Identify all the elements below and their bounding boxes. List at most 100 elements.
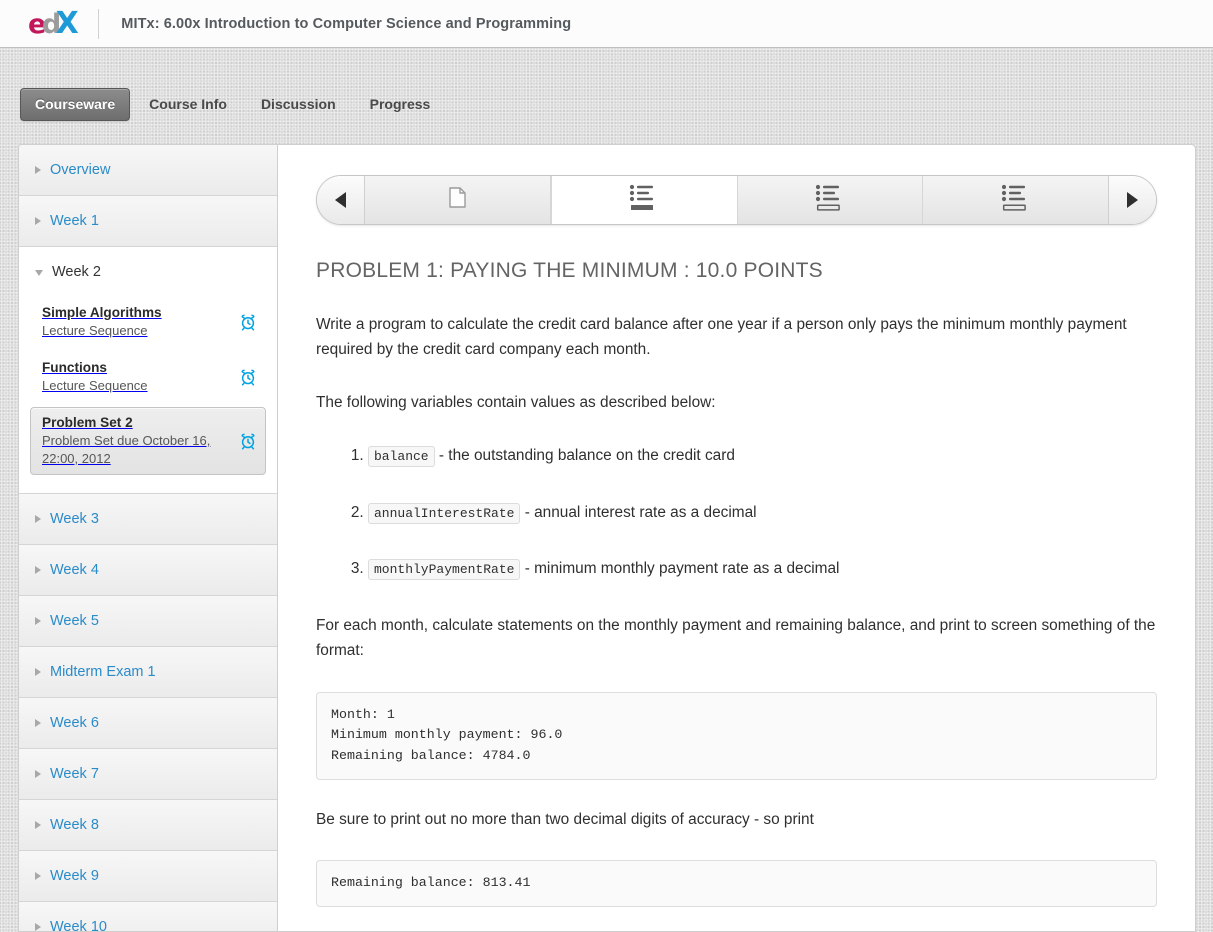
sidebar-chapter-week-9[interactable]: Week 9 (19, 851, 277, 902)
alarm-clock-icon (239, 432, 257, 450)
sequence-prev-button[interactable] (317, 176, 365, 224)
logo-letter-x: X (56, 9, 78, 39)
code-balance: balance (368, 446, 435, 467)
chapter-label: Week 7 (50, 766, 99, 782)
sequence-list: Simple Algorithms Lecture Sequence (19, 297, 277, 493)
chapter-label: Week 1 (50, 213, 99, 229)
chapter-head[interactable]: Week 4 (19, 545, 277, 595)
problem-list-outline-icon (815, 184, 845, 217)
sidebar-chapter-overview[interactable]: Overview (19, 145, 277, 196)
tab-course-info[interactable]: Course Info (134, 88, 242, 121)
accuracy-paragraph: Be sure to print out no more than two de… (316, 808, 1157, 833)
sidebar-chapter-week-3[interactable]: Week 3 (19, 494, 277, 545)
sidebar-chapter-week-4[interactable]: Week 4 (19, 545, 277, 596)
variable-description: - minimum monthly payment rate as a deci… (520, 560, 839, 577)
chevron-right-icon (35, 566, 41, 574)
chevron-right-icon (35, 923, 41, 931)
chapter-head[interactable]: Week 9 (19, 851, 277, 901)
sidebar-chapter-midterm-exam-1[interactable]: Midterm Exam 1 (19, 647, 277, 698)
arrow-right-icon (1127, 192, 1138, 208)
edx-logo[interactable]: edX (28, 9, 77, 39)
variables-list: balance - the outstanding balance on the… (316, 444, 1157, 582)
list-item: annualInterestRate - annual interest rat… (368, 501, 1157, 526)
chapter-label: Week 5 (50, 613, 99, 629)
sequence-item-document[interactable] (365, 176, 551, 224)
sidebar-sequence-problem-set-2[interactable]: Problem Set 2 Problem Set due October 16… (30, 407, 266, 475)
sequence-next-button[interactable] (1108, 176, 1156, 224)
header-divider (98, 9, 99, 39)
variables-lead: The following variables contain values a… (316, 391, 1157, 416)
chevron-down-icon (35, 270, 43, 276)
tab-discussion[interactable]: Discussion (246, 88, 351, 121)
chapter-head[interactable]: Week 6 (19, 698, 277, 748)
chapter-label: Week 3 (50, 511, 99, 527)
sidebar-chapter-week-2[interactable]: Week 2 Simple Algorithms Lecture Sequenc… (19, 247, 277, 494)
chapter-head[interactable]: Week 10 (19, 902, 277, 932)
course-nav-tabs: Courseware Course Info Discussion Progre… (0, 48, 1213, 144)
problem-list-outline-icon (1001, 184, 1031, 217)
code-block-format-example: Month: 1 Minimum monthly payment: 96.0 R… (316, 692, 1157, 780)
sidebar-chapter-week-10[interactable]: Week 10 (19, 902, 277, 932)
course-body: Overview Week 1 Week 2 Simple Algorithms (18, 144, 1196, 932)
sequence-title: Problem Set 2 (42, 414, 231, 432)
sidebar-chapter-week-7[interactable]: Week 7 (19, 749, 277, 800)
chevron-right-icon (35, 821, 41, 829)
page-title: Problem 1: Paying the Minimum : 10.0 Poi… (316, 259, 1157, 283)
variable-description: - annual interest rate as a decimal (520, 504, 756, 521)
sidebar-chapter-week-5[interactable]: Week 5 (19, 596, 277, 647)
chapter-head[interactable]: Week 1 (19, 196, 277, 246)
tab-courseware[interactable]: Courseware (20, 88, 130, 121)
chapter-head[interactable]: Overview (19, 145, 277, 195)
sidebar-sequence-simple-algorithms[interactable]: Simple Algorithms Lecture Sequence (30, 297, 266, 348)
course-sidebar: Overview Week 1 Week 2 Simple Algorithms (18, 144, 278, 932)
list-item: monthlyPaymentRate - minimum monthly pay… (368, 557, 1157, 582)
chapter-head[interactable]: Week 8 (19, 800, 277, 850)
sequence-item-list (365, 176, 1108, 224)
code-annual-interest-rate: annualInterestRate (368, 503, 520, 524)
content-panel: Problem 1: Paying the Minimum : 10.0 Poi… (278, 144, 1196, 932)
chapter-label: Week 6 (50, 715, 99, 731)
chapter-label: Week 9 (50, 868, 99, 884)
arrow-left-icon (335, 192, 346, 208)
sequence-title: Functions (42, 359, 231, 377)
sequence-title: Simple Algorithms (42, 304, 231, 322)
chapter-label: Overview (50, 162, 110, 178)
tab-progress[interactable]: Progress (355, 88, 446, 121)
code-block-good-output: Remaining balance: 813.41 (316, 860, 1157, 907)
chevron-right-icon (35, 617, 41, 625)
site-header: edX MITx: 6.00x Introduction to Computer… (0, 0, 1213, 48)
chevron-right-icon (35, 770, 41, 778)
sequence-item-problem-2[interactable] (738, 176, 924, 224)
chapter-label: Week 2 (52, 264, 101, 280)
chevron-right-icon (35, 217, 41, 225)
chapter-label: Week 8 (50, 817, 99, 833)
chapter-head[interactable]: Week 5 (19, 596, 277, 646)
list-item: balance - the outstanding balance on the… (368, 444, 1157, 469)
chevron-right-icon (35, 668, 41, 676)
chapter-head[interactable]: Week 2 (19, 247, 277, 297)
document-icon (449, 187, 466, 213)
variable-description: - the outstanding balance on the credit … (435, 447, 735, 464)
sidebar-chapter-week-8[interactable]: Week 8 (19, 800, 277, 851)
sequence-subtitle: Lecture Sequence (42, 322, 231, 340)
chevron-right-icon (35, 166, 41, 174)
chapter-label: Week 4 (50, 562, 99, 578)
sidebar-chapter-week-6[interactable]: Week 6 (19, 698, 277, 749)
chevron-right-icon (35, 515, 41, 523)
problem-list-filled-icon (629, 184, 659, 217)
format-paragraph: For each month, calculate statements on … (316, 614, 1157, 664)
sequence-item-problem-3[interactable] (923, 176, 1108, 224)
chevron-right-icon (35, 872, 41, 880)
page-root: edX MITx: 6.00x Introduction to Computer… (0, 0, 1213, 932)
alarm-clock-icon (239, 368, 257, 386)
sequence-navigation (316, 175, 1157, 225)
sequence-item-problem-1[interactable] (551, 176, 738, 224)
sequence-subtitle: Lecture Sequence (42, 377, 231, 395)
code-monthly-payment-rate: monthlyPaymentRate (368, 559, 520, 580)
sidebar-sequence-functions[interactable]: Functions Lecture Sequence (30, 352, 266, 403)
chapter-head[interactable]: Week 3 (19, 494, 277, 544)
chapter-head[interactable]: Week 7 (19, 749, 277, 799)
chapter-head[interactable]: Midterm Exam 1 (19, 647, 277, 697)
chapter-label: Week 10 (50, 919, 107, 932)
sidebar-chapter-week-1[interactable]: Week 1 (19, 196, 277, 247)
